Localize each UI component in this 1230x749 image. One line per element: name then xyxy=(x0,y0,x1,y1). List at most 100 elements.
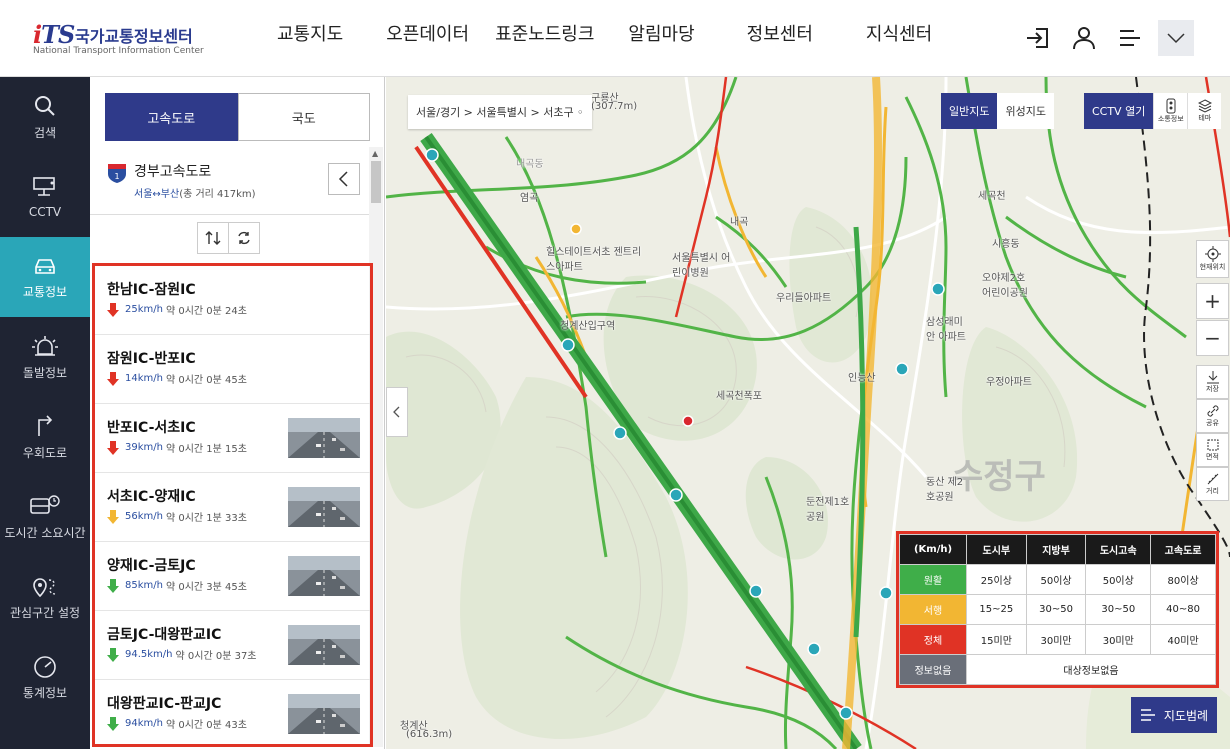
map-label: 삼성래미안 아파트 xyxy=(926,317,966,343)
segment-row[interactable]: 양재IC-금토JC 85km/h 약 0시간 3분 45초 xyxy=(95,542,370,611)
nav-notice[interactable]: 알림마당 xyxy=(628,0,694,77)
segment-name: 잠원IC-반포IC xyxy=(107,351,196,367)
segment-row[interactable]: 한남IC-잠원IC 25km/h 약 0시간 0분 24초 xyxy=(95,266,370,335)
locate-button[interactable]: 현재위치 xyxy=(1196,240,1229,278)
segment-time: 약 0시간 1분 15초 xyxy=(165,444,247,455)
segment-speed: 14km/h xyxy=(125,373,163,384)
general-map-button[interactable]: 일반지도 xyxy=(941,93,998,129)
arrow-down-icon xyxy=(107,578,119,593)
button-label: 면적 xyxy=(1206,453,1219,461)
segment-time: 약 0시간 3분 45초 xyxy=(165,582,247,593)
segment-row[interactable]: 서초IC-양재IC 56km/h 약 0시간 1분 33초 xyxy=(95,473,370,542)
map-label: 염곡 xyxy=(520,193,539,204)
logo-title: 국가교통정보센터 xyxy=(75,27,193,46)
map-label: 세곡천폭포 xyxy=(716,391,762,402)
segment-time: 약 0시간 0분 45초 xyxy=(165,375,247,386)
button-label: 거리 xyxy=(1206,487,1219,495)
segment-info: 39km/h 약 0시간 1분 15초 xyxy=(107,440,247,455)
leftnav-label: 돌발정보 xyxy=(22,365,68,380)
arrow-down-icon xyxy=(107,371,119,386)
site-logo[interactable]: iTS 국가교통정보센터 National Transport Informat… xyxy=(33,20,204,60)
nav-open-data[interactable]: 오픈데이터 xyxy=(386,0,469,77)
segment-row[interactable]: 반포IC-서초IC 39km/h 약 0시간 1분 15초 xyxy=(95,404,370,473)
cctv-thumbnail[interactable] xyxy=(288,694,360,734)
download-icon xyxy=(1206,371,1219,384)
leftnav-cctv[interactable]: CCTV xyxy=(0,157,90,237)
leftnav-label: 통계정보 xyxy=(22,685,68,700)
legend-slow-label: 서행 xyxy=(899,594,967,625)
nav-info-center[interactable]: 정보센터 xyxy=(747,0,813,77)
save-button[interactable]: 저장 xyxy=(1196,365,1229,399)
alert-light-icon xyxy=(32,335,58,356)
nav-knowledge-center[interactable]: 지식센터 xyxy=(866,0,932,77)
arrow-down-icon xyxy=(107,440,119,455)
nav-traffic-map[interactable]: 교통지도 xyxy=(277,0,343,77)
segment-name: 양재IC-금토JC xyxy=(107,558,196,574)
theme-button[interactable]: 테마 xyxy=(1187,93,1222,129)
map-label: (307.7m) xyxy=(591,101,638,112)
cctv-thumbnail[interactable] xyxy=(288,556,360,596)
leftnav-search[interactable]: 검색 xyxy=(0,77,90,157)
button-label: 현재위치 xyxy=(1199,263,1226,271)
distance-button[interactable]: 거리 xyxy=(1196,467,1229,501)
breadcrumb[interactable]: 서울/경기 > 서울특별시 > 서초구 ◦ xyxy=(408,95,592,129)
map-label: 오야제2호 어린이공원 xyxy=(982,273,1028,299)
button-label: 공유 xyxy=(1206,419,1219,427)
login-icon[interactable] xyxy=(1020,20,1056,56)
segment-info: 14km/h 약 0시간 0분 45초 xyxy=(107,371,247,386)
area-button[interactable]: 면적 xyxy=(1196,433,1229,467)
button-label: 테마 xyxy=(1198,114,1212,122)
segment-speed: 94.5km/h xyxy=(125,649,173,660)
segment-speed: 39km/h xyxy=(125,442,163,453)
user-icon[interactable] xyxy=(1066,20,1102,56)
segment-info: 85km/h 약 0시간 3분 45초 xyxy=(107,578,247,593)
scroll-up-arrow[interactable]: ▲ xyxy=(372,149,378,158)
zoom-out-button[interactable]: − xyxy=(1196,320,1229,356)
leftnav-interest-route[interactable]: 관심구간 설정 xyxy=(0,557,90,637)
leftnav-incident[interactable]: 돌발정보 xyxy=(0,317,90,397)
traffic-map[interactable]: 수정구 구룡산 (307.7m) 청계산 (616.3m) 내곡동 염곡 힐스테… xyxy=(386,77,1230,749)
back-button[interactable] xyxy=(328,163,360,195)
arrow-down-icon xyxy=(107,302,119,317)
legend-cell: 30~50 xyxy=(1025,594,1087,625)
segment-time: 약 0시간 0분 43초 xyxy=(165,720,247,731)
map-label: 동산 제2호공원 xyxy=(926,477,964,503)
segment-name: 금토JC-대왕판교IC xyxy=(107,627,222,643)
scroll-thumb[interactable] xyxy=(371,161,381,203)
leftnav-intercity-time[interactable]: 도시간 소요시간 xyxy=(0,477,90,557)
chevron-down-icon[interactable] xyxy=(1158,20,1194,56)
cctv-open-button[interactable]: CCTV 열기 xyxy=(1083,93,1154,129)
menu-icon[interactable] xyxy=(1112,20,1148,56)
cctv-thumbnail[interactable] xyxy=(288,487,360,527)
logo-subtitle: National Transport Information Center xyxy=(33,46,204,56)
leftnav-detour[interactable]: 우회도로 xyxy=(0,397,90,477)
satellite-map-button[interactable]: 위성지도 xyxy=(997,93,1054,129)
tab-expressway[interactable]: 고속도로 xyxy=(105,93,238,141)
map-legend-button[interactable]: 지도범례 xyxy=(1131,697,1217,733)
traffic-flow-button[interactable]: 소통정보 xyxy=(1153,93,1188,129)
refresh-button[interactable] xyxy=(228,222,260,254)
reverse-direction-button[interactable] xyxy=(197,222,229,254)
district-label: 수정구 xyxy=(952,457,1046,497)
zoom-in-button[interactable]: + xyxy=(1196,283,1229,319)
direction-buttons xyxy=(197,222,260,254)
map-label: 우리들아파트 xyxy=(776,293,832,304)
segment-row[interactable]: 대왕판교IC-판교JC 94km/h 약 0시간 0분 43초 xyxy=(95,680,370,744)
leftnav-statistics[interactable]: 통계정보 xyxy=(0,637,90,717)
segment-row[interactable]: 잠원IC-반포IC 14km/h 약 0시간 0분 45초 xyxy=(95,335,370,404)
segment-time: 약 0시간 1분 33초 xyxy=(165,513,247,524)
cctv-thumbnail[interactable] xyxy=(288,625,360,665)
legend-cell: 대상정보없음 xyxy=(966,654,1216,685)
map-mode-buttons: 일반지도 위성지도 CCTV 열기 소통정보 테마 xyxy=(941,93,1222,129)
traffic-light-icon xyxy=(1166,98,1176,114)
segment-row[interactable]: 금토JC-대왕판교IC 94.5km/h 약 0시간 0분 37초 xyxy=(95,611,370,680)
leftnav-traffic[interactable]: 교통정보 xyxy=(0,237,90,317)
tab-national-road[interactable]: 국도 xyxy=(237,93,370,141)
collapse-panel-button[interactable] xyxy=(386,387,408,437)
map-label: 서울특별시 어린이병원 xyxy=(672,253,731,279)
share-button[interactable]: 공유 xyxy=(1196,399,1229,433)
map-label: 내곡 xyxy=(730,217,749,228)
nav-node-link[interactable]: 표준노드링크 xyxy=(495,0,594,77)
map-label: 세곡천 xyxy=(978,191,1006,202)
cctv-thumbnail[interactable] xyxy=(288,418,360,458)
